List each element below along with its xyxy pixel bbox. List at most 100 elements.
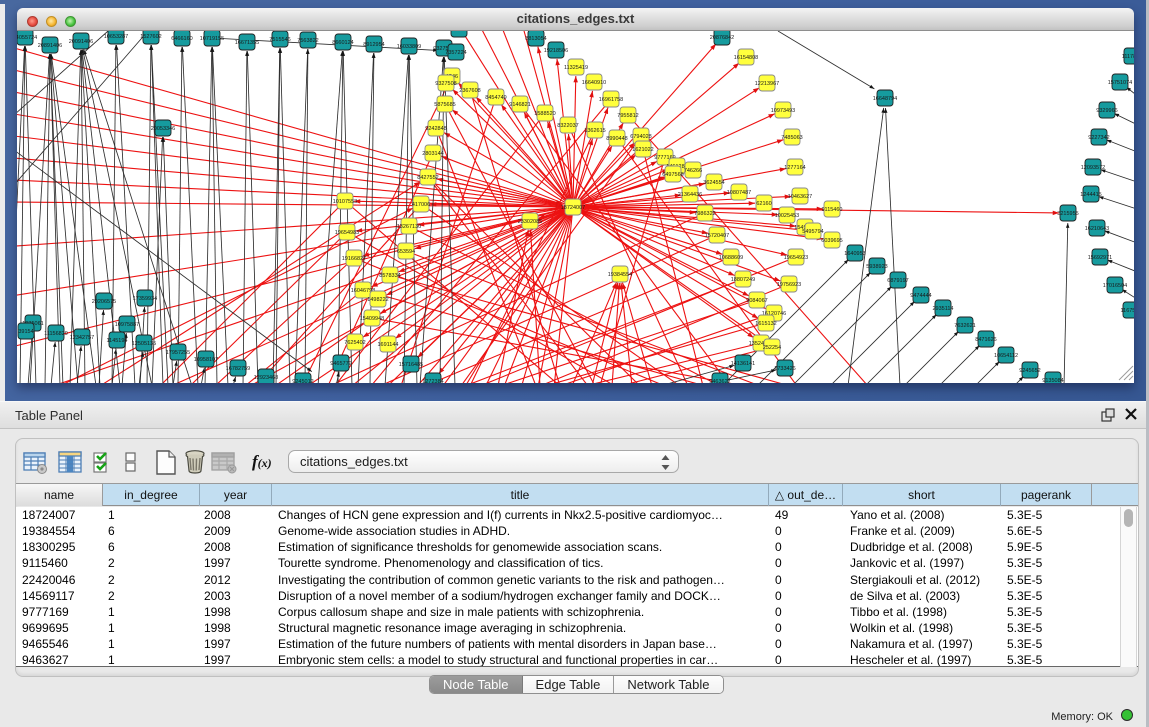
svg-text:1167534: 1167534 [1120, 308, 1134, 314]
svg-text:13267130: 13267130 [397, 224, 421, 230]
svg-text:9463627: 9463627 [709, 379, 730, 383]
svg-text:1362615: 1362615 [584, 128, 605, 134]
svg-text:10688609: 10688609 [719, 255, 743, 261]
svg-text:1691144: 1691144 [377, 342, 398, 348]
svg-text:1498222: 1498222 [367, 297, 388, 303]
svg-text:6794028: 6794028 [630, 134, 651, 140]
svg-text:3215955: 3215955 [1057, 211, 1078, 217]
svg-text:20206575: 20206575 [92, 299, 116, 305]
svg-text:17016504: 17016504 [1103, 283, 1127, 289]
svg-text:8322037: 8322037 [557, 123, 578, 129]
svg-text:9227342: 9227342 [1088, 135, 1109, 141]
svg-text:10807487: 10807487 [727, 190, 751, 196]
svg-text:9084067: 9084067 [746, 298, 767, 304]
svg-text:7632621: 7632621 [954, 323, 975, 329]
svg-text:1145194: 1145194 [106, 338, 127, 344]
svg-text:15692971: 15692971 [1088, 255, 1112, 261]
svg-text:16033809: 16033809 [397, 44, 421, 50]
svg-text:18724007: 18724007 [561, 205, 585, 211]
svg-text:16640910: 16640910 [582, 80, 606, 86]
svg-text:1640953: 1640953 [844, 251, 865, 257]
svg-text:12505135: 12505135 [132, 341, 156, 347]
svg-text:10975887: 10975887 [115, 322, 139, 328]
svg-text:18807249: 18807249 [731, 277, 755, 283]
svg-text:12342757: 12342757 [70, 335, 94, 341]
svg-text:21364436: 21364436 [678, 192, 702, 198]
svg-text:12923468: 12923468 [254, 375, 278, 381]
svg-text:15716485: 15716485 [399, 362, 423, 368]
svg-text:9327508: 9327508 [435, 81, 456, 87]
svg-text:8660124: 8660124 [332, 40, 353, 46]
svg-text:9242848: 9242848 [425, 126, 446, 132]
svg-text:1117894: 1117894 [1122, 54, 1134, 60]
svg-text:8990448: 8990448 [606, 136, 627, 142]
svg-text:2367608: 2367608 [459, 88, 480, 94]
svg-text:8471626: 8471626 [975, 337, 996, 343]
svg-text:7485063: 7485063 [781, 135, 802, 141]
svg-text:23302085: 23302085 [518, 219, 542, 225]
svg-text:20091406: 20091406 [69, 39, 93, 45]
svg-text:1244415: 1244415 [1080, 192, 1101, 198]
svg-text:9245012: 9245012 [292, 379, 313, 383]
svg-text:9474444: 9474444 [910, 293, 931, 299]
svg-text:8578334: 8578334 [379, 273, 400, 279]
svg-text:9245652: 9245652 [1019, 368, 1040, 374]
svg-text:6879197: 6879197 [887, 278, 908, 284]
svg-text:5875685: 5875685 [434, 102, 455, 108]
svg-text:16648794: 16648794 [873, 96, 897, 102]
svg-text:17957255: 17957255 [166, 350, 190, 356]
svg-text:8813054: 8813054 [448, 31, 469, 33]
svg-text:10654112: 10654112 [994, 353, 1018, 359]
svg-text:7986322: 7986322 [694, 211, 715, 217]
svg-text:20876842: 20876842 [710, 35, 734, 41]
svg-text:2935114: 2935114 [932, 306, 953, 312]
svg-text:5938923: 5938923 [866, 264, 887, 270]
svg-text:1621022: 1621022 [632, 147, 653, 153]
svg-text:16154808: 16154808 [734, 55, 758, 61]
svg-text:10653287: 10653287 [104, 34, 128, 40]
svg-text:10719155: 10719155 [200, 36, 224, 42]
svg-text:1733426: 1733426 [774, 366, 795, 372]
svg-text:1277164: 1277164 [784, 165, 805, 171]
svg-text:19384554: 19384554 [608, 272, 632, 278]
svg-text:16671355: 16671355 [235, 40, 259, 46]
svg-text:1588520: 1588520 [534, 111, 555, 117]
svg-text:11325419: 11325419 [564, 65, 588, 71]
svg-text:39154: 39154 [18, 329, 33, 335]
svg-text:9135084: 9135084 [1042, 378, 1063, 383]
svg-text:8813054: 8813054 [525, 36, 546, 42]
svg-text:8454749: 8454749 [485, 95, 506, 101]
svg-text:653594: 653594 [397, 249, 415, 255]
svg-text:5495794: 5495794 [802, 229, 823, 235]
svg-text:19654983: 19654983 [335, 230, 359, 236]
svg-text:15409948: 15409948 [360, 316, 384, 322]
svg-text:1272384: 1272384 [422, 379, 443, 383]
svg-text:62160: 62160 [756, 201, 771, 207]
svg-text:16961758: 16961758 [599, 97, 623, 103]
svg-text:252254: 252254 [763, 345, 781, 351]
svg-text:6039695: 6039695 [821, 238, 842, 244]
svg-text:10958107: 10958107 [194, 357, 218, 363]
svg-text:20053346: 20053346 [151, 126, 175, 132]
svg-text:3624554: 3624554 [703, 180, 724, 186]
svg-text:7955812: 7955812 [617, 113, 638, 119]
svg-text:16782759: 16782759 [226, 366, 250, 372]
svg-text:10025453: 10025453 [775, 213, 799, 219]
svg-text:12213967: 12213967 [755, 81, 779, 87]
svg-text:19654923: 19654923 [784, 255, 808, 261]
svg-text:1527602: 1527602 [140, 34, 161, 40]
svg-text:8427552: 8427552 [417, 175, 438, 181]
svg-text:6497568: 6497568 [662, 172, 683, 178]
svg-text:12093572: 12093572 [1081, 165, 1105, 171]
svg-text:9329966: 9329966 [1096, 108, 1117, 114]
svg-text:19166827: 19166827 [342, 256, 366, 262]
svg-text:15720407: 15720407 [705, 233, 729, 239]
svg-text:14055724: 14055724 [17, 35, 37, 41]
svg-text:14136141: 14136141 [731, 361, 755, 367]
svg-text:417006: 417006 [412, 202, 430, 208]
svg-text:7625402: 7625402 [344, 340, 365, 346]
svg-text:10973493: 10973493 [771, 108, 795, 114]
svg-text:2803144: 2803144 [422, 151, 443, 157]
svg-text:1615132: 1615132 [755, 321, 776, 327]
svg-text:9465779: 9465779 [330, 361, 351, 367]
